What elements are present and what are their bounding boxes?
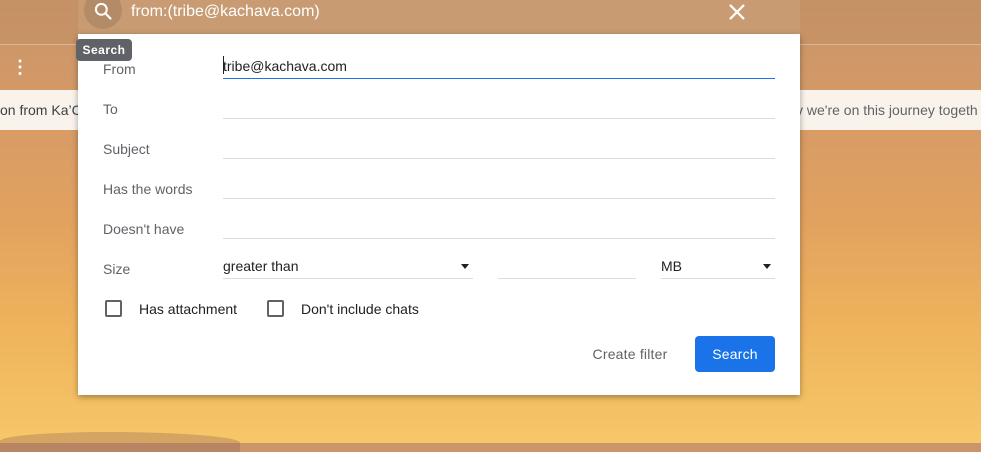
banner-right-text: v we're on this journey togeth [796, 102, 978, 118]
has-attachment-label[interactable]: Has attachment [139, 301, 237, 317]
from-label: From [103, 61, 136, 77]
subject-label: Subject [103, 141, 150, 157]
advanced-search-panel: From tribe@kachava.com To Subject Has th… [78, 34, 800, 395]
search-tooltip: Search [76, 39, 132, 61]
size-unit-value: MB [661, 258, 682, 274]
has-attachment-checkbox[interactable] [105, 300, 122, 317]
create-filter-button[interactable]: Create filter [575, 336, 685, 372]
size-operator-select[interactable]: greater than [223, 256, 473, 279]
doesnt-have-field[interactable] [223, 216, 775, 239]
search-icon [94, 2, 112, 20]
dont-include-chats-label[interactable]: Don't include chats [301, 301, 419, 317]
close-icon[interactable] [726, 1, 748, 23]
size-unit-select[interactable]: MB [661, 256, 775, 279]
has-words-label: Has the words [103, 181, 193, 197]
from-field[interactable]: tribe@kachava.com [223, 56, 775, 79]
search-submit-button[interactable]: Search [695, 336, 775, 372]
to-field[interactable] [223, 96, 775, 119]
size-label: Size [103, 261, 131, 277]
from-value: tribe@kachava.com [223, 58, 347, 74]
search-bar[interactable]: from:(tribe@kachava.com) [78, 0, 800, 34]
to-label: To [103, 101, 118, 117]
banner-left-text: on from Ka’C [0, 102, 82, 118]
more-vertical-icon[interactable]: ⋮ [11, 56, 29, 78]
doesnt-have-label: Doesn't have [103, 221, 185, 237]
dont-include-chats-checkbox[interactable] [267, 300, 284, 317]
subject-field[interactable] [223, 136, 775, 159]
dropdown-arrow-icon [763, 264, 771, 269]
dropdown-arrow-icon [461, 264, 469, 269]
background-hill [0, 432, 240, 452]
size-operator-value: greater than [223, 258, 299, 274]
search-button[interactable] [84, 0, 122, 29]
has-words-field[interactable] [223, 176, 775, 199]
size-value-input[interactable] [498, 256, 636, 279]
search-query-text[interactable]: from:(tribe@kachava.com) [131, 3, 320, 21]
